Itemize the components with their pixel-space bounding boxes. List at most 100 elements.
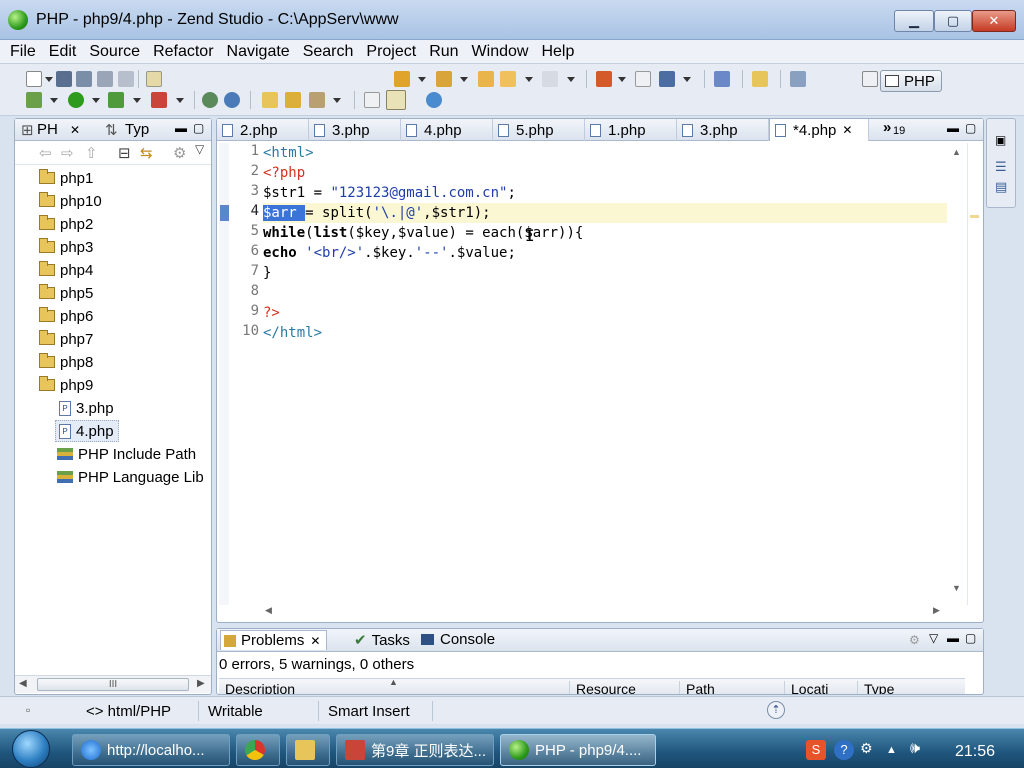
page-icon[interactable] [635,71,651,87]
view-menu-icon[interactable]: ⚙ [173,144,186,162]
tab-php-explorer[interactable]: PH [37,121,58,138]
prev-annotation-icon[interactable] [436,71,452,87]
code-text-area[interactable]: <html> <?php $str1 = "123123@gmail.com.c… [263,143,947,605]
next-annotation-icon[interactable] [394,71,410,87]
menu-project[interactable]: Project [366,43,416,61]
wizard-icon[interactable] [309,92,325,108]
taskbar-explorer[interactable] [286,734,330,766]
close-icon[interactable]: ✕ [70,123,80,137]
save-all-icon[interactable] [76,71,92,87]
new-dropdown-icon[interactable] [45,77,53,82]
editor-vertical-scrollbar[interactable]: ▲ ▼ [949,143,965,605]
external-tools-icon[interactable] [151,92,167,108]
profile-dropdown-icon[interactable] [133,98,141,103]
column-path[interactable]: Path [679,681,715,694]
column-location[interactable]: Locati [784,681,828,694]
menu-run[interactable]: Run [429,43,458,61]
clock[interactable]: 21:56 [955,743,995,761]
tab-type-hierarchy[interactable]: Typ [125,121,149,138]
deploy-icon[interactable] [659,71,675,87]
tab-3-php-2[interactable]: 3.php [677,119,769,141]
tab-console[interactable]: Console [421,631,495,648]
tree-item-4-php[interactable]: P 4.php [55,420,119,442]
tree-item-php7[interactable]: php7 [39,328,93,350]
external-tools-dropdown-icon[interactable] [176,98,184,103]
tree-item-php4[interactable]: php4 [39,259,93,281]
globe-icon[interactable] [426,92,442,108]
scroll-thumb[interactable]: III [37,678,189,691]
link-editor-icon[interactable]: ⇆ [140,144,153,162]
scroll-left-icon[interactable]: ◀ [265,605,272,616]
scroll-right-icon[interactable]: ▶ [197,678,205,689]
taskbar-ie[interactable]: http://localho... [72,734,230,766]
maximize-view-icon[interactable]: ▢ [965,121,976,135]
overview-marker[interactable] [970,215,979,218]
column-resource[interactable]: Resource [569,681,636,694]
tab-2-php[interactable]: 2.php [217,119,309,141]
tree-item-php10[interactable]: php10 [39,190,102,212]
print-preview-icon[interactable] [118,71,134,87]
debug-tool-dropdown-icon[interactable] [618,77,626,82]
run-icon[interactable] [68,92,84,108]
chevron-down-icon[interactable]: ▽ [929,631,938,645]
maximize-button[interactable]: ▢ [934,10,972,32]
tree-item-php-include-path[interactable]: PHP Include Path [57,443,196,465]
forward-dropdown-icon[interactable] [567,77,575,82]
php-debug-icon[interactable] [202,92,218,108]
maximize-view-icon[interactable]: ▢ [193,121,204,135]
show-hidden-icons[interactable]: ▲ [886,744,897,756]
editor-horizontal-scrollbar[interactable]: ◀ ▶ [263,605,963,619]
new-file-icon[interactable] [26,71,42,87]
tree-item-php5[interactable]: php5 [39,282,93,304]
tree-item-php8[interactable]: php8 [39,351,93,373]
forward-icon[interactable] [542,71,558,87]
forward-arrow-icon[interactable]: ⇨ [61,144,74,162]
back-arrow-icon[interactable]: ⇦ [39,144,52,162]
restore-icon[interactable]: ▣ [995,133,1006,147]
tab-4-php[interactable]: 4.php [401,119,493,141]
debug-icon[interactable] [26,92,42,108]
last-edit-location-icon[interactable] [478,71,494,87]
menu-navigate[interactable]: Navigate [227,43,290,61]
php-perspective-button[interactable]: PHP [880,70,942,92]
start-button[interactable] [12,730,50,768]
menu-edit[interactable]: Edit [49,43,77,61]
tasks-list-icon[interactable]: ▤ [995,179,1007,195]
taskbar-document[interactable]: 第9章 正则表达... [336,734,494,766]
progress-icon[interactable]: ⇡ [767,701,785,719]
menu-source[interactable]: Source [89,43,140,61]
maximize-view-icon[interactable]: ▢ [965,631,976,645]
tray-settings-icon[interactable]: ⚙ [860,740,873,757]
next-annotation-dropdown-icon[interactable] [418,77,426,82]
tab-tasks[interactable]: ✔ Tasks [354,631,410,650]
volume-icon[interactable]: 🕪 [910,740,920,758]
tab-3-php[interactable]: 3.php [309,119,401,141]
minimize-view-icon[interactable]: ▬ [175,121,187,135]
menu-file[interactable]: File [10,43,36,61]
scroll-left-icon[interactable]: ◀ [19,678,27,689]
menu-refactor[interactable]: Refactor [153,43,213,61]
close-button[interactable]: ✕ [972,10,1016,32]
tab-overflow-icon[interactable]: » [883,119,891,136]
scroll-up-icon[interactable]: ▲ [952,147,961,157]
back-icon[interactable] [500,71,516,87]
bookmark-icon[interactable] [752,71,768,87]
tab-problems[interactable]: Problems ✕ [220,630,328,650]
tree-item-php-language-lib[interactable]: PHP Language Lib [57,466,204,488]
open-type-icon[interactable] [146,71,162,87]
tree-item-php9[interactable]: php9 [39,374,93,396]
tree-item-php1[interactable]: php1 [39,167,93,189]
prev-annotation-dropdown-icon[interactable] [460,77,468,82]
menu-help[interactable]: Help [541,43,574,61]
column-description[interactable]: Description [219,681,295,694]
run-dropdown-icon[interactable] [92,98,100,103]
close-icon[interactable]: ✕ [842,123,852,137]
tab-1-php[interactable]: 1.php [585,119,677,141]
minimize-view-icon[interactable]: ▬ [947,631,959,645]
input-method-icon[interactable]: S [806,740,826,760]
new-project-icon[interactable] [285,92,301,108]
back-dropdown-icon[interactable] [525,77,533,82]
toggle-breadcrumb-icon[interactable] [364,92,380,108]
taskbar-zend-studio[interactable]: PHP - php9/4.... [500,734,656,766]
tree-item-php2[interactable]: php2 [39,213,93,235]
